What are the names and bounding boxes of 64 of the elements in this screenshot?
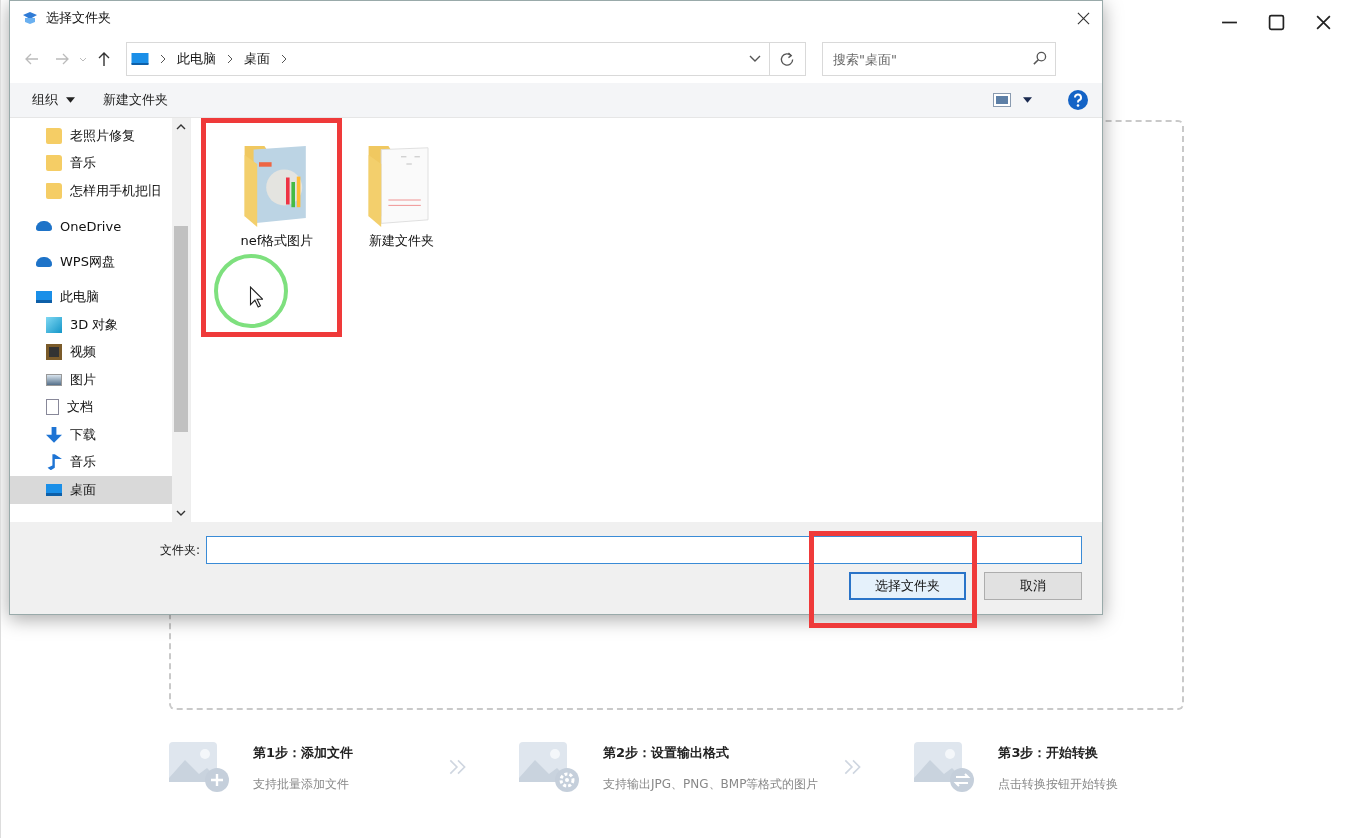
step-title: 第1步：添加文件 <box>253 744 355 762</box>
nav-item[interactable]: 视频 <box>10 338 172 366</box>
scrollbar[interactable] <box>172 118 190 522</box>
caret-icon[interactable] <box>66 97 75 103</box>
picture-icon <box>46 373 62 386</box>
desktop-icon <box>131 52 149 66</box>
cursor-icon <box>249 286 263 308</box>
nav-item[interactable]: 音乐 <box>10 448 172 476</box>
dropdown-caret-icon[interactable] <box>749 55 761 63</box>
view-icon[interactable] <box>993 93 1011 107</box>
nav-item[interactable]: WPS网盘 <box>10 248 172 276</box>
refresh-button[interactable] <box>770 42 806 76</box>
breadcrumb[interactable]: 此电脑 <box>177 50 216 68</box>
scroll-down-icon[interactable] <box>176 510 186 516</box>
step-description: 支持批量添加文件 <box>253 776 350 793</box>
nav-item[interactable]: 桌面 <box>10 476 172 504</box>
chevron-icon <box>226 54 234 64</box>
close-icon[interactable] <box>1077 11 1090 25</box>
cloud-icon <box>36 221 52 232</box>
folder-item[interactable]: nef格式图片 <box>227 136 327 250</box>
window-title: 选择文件夹 <box>46 9 111 27</box>
folder-app-icon <box>22 10 38 26</box>
pc-icon <box>46 483 62 496</box>
nav-item[interactable]: OneDrive <box>10 212 172 240</box>
breadcrumb[interactable]: 桌面 <box>244 50 270 68</box>
step-title: 第3步：开始转换 <box>998 744 1100 762</box>
folder-label: 文件夹: <box>160 541 201 559</box>
nav-item[interactable]: 老照片修复 <box>10 122 172 150</box>
organize-menu-button[interactable]: 组织 <box>24 87 83 113</box>
nav-item[interactable]: 音乐 <box>10 149 172 177</box>
search-icon[interactable] <box>1032 51 1047 66</box>
search-field[interactable]: 搜索"桌面" <box>822 42 1056 76</box>
help-icon[interactable] <box>1068 90 1088 110</box>
nav-item[interactable]: 此电脑 <box>10 283 172 311</box>
refresh-icon[interactable] <box>780 51 795 67</box>
cancel-button[interactable]: 取消 <box>984 572 1082 600</box>
step-title: 第2步：设置输出格式 <box>603 744 731 762</box>
new-folder-button[interactable]: 新建文件夹 <box>95 87 176 113</box>
cube-icon <box>46 316 62 333</box>
maximize-icon[interactable] <box>1268 14 1285 31</box>
step-description: 支持输出JPG、PNG、BMP等格式的图片 <box>603 776 819 793</box>
up-arrow-icon[interactable] <box>96 51 112 67</box>
select-folder-button[interactable]: 选择文件夹 <box>849 572 966 600</box>
chevron-icon <box>159 54 167 64</box>
doc-icon <box>46 399 59 416</box>
nav-item[interactable]: 图片 <box>10 366 172 394</box>
folder-item[interactable]: 新建文件夹 <box>351 136 451 250</box>
folder-icon <box>46 155 62 172</box>
scroll-up-icon[interactable] <box>176 124 186 130</box>
close-icon[interactable] <box>1315 14 1332 31</box>
video-icon <box>46 344 62 361</box>
nav-item[interactable]: 下载 <box>10 421 172 449</box>
pc-icon <box>36 291 52 304</box>
cloud-icon <box>36 256 52 267</box>
chevron-icon[interactable] <box>280 54 288 64</box>
folder-icon <box>46 182 62 199</box>
nav-item[interactable]: 怎样用手机把旧 <box>10 177 172 205</box>
folder-input-field[interactable] <box>206 536 1082 564</box>
nav-item[interactable]: 文档 <box>10 393 172 421</box>
caret-icon[interactable] <box>1023 97 1032 103</box>
step-description: 点击转换按钮开始转换 <box>998 776 1120 793</box>
address-bar[interactable]: 此电脑 桌面 <box>126 42 770 76</box>
folder-icon <box>46 127 62 144</box>
nav-item[interactable]: 3D 对象 <box>10 311 172 339</box>
